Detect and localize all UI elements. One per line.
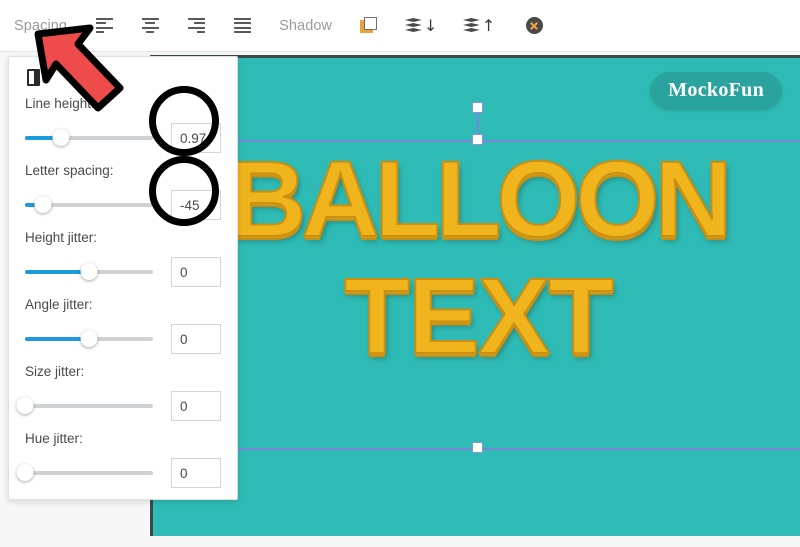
control-slider[interactable] xyxy=(25,129,153,147)
delete-object-button[interactable] xyxy=(508,0,560,52)
slider-fill xyxy=(25,337,89,341)
slider-thumb[interactable] xyxy=(16,397,34,414)
control-label: Line height: xyxy=(25,96,95,111)
align-justify-button[interactable] xyxy=(219,0,265,52)
slider-thumb[interactable] xyxy=(80,330,98,347)
control-label: Angle jitter: xyxy=(25,297,93,312)
slider-track[interactable] xyxy=(25,404,153,408)
slider-track[interactable] xyxy=(25,471,153,475)
control-value-input[interactable]: 0 xyxy=(171,458,221,488)
arrow-down-glyph: ↓ xyxy=(423,15,438,35)
control-row: 0 xyxy=(25,257,221,287)
align-right-icon xyxy=(187,18,205,33)
control-slider[interactable] xyxy=(16,397,153,415)
align-left-icon xyxy=(95,18,113,33)
control-row: 0.97 xyxy=(25,123,221,153)
arrow-up-glyph: ↑ xyxy=(481,15,496,35)
delete-object-icon xyxy=(525,17,543,34)
control-slider[interactable] xyxy=(16,464,153,482)
control-row: -45 xyxy=(25,190,221,220)
align-left-button[interactable] xyxy=(81,0,127,52)
design-canvas[interactable]: MockoFun BALLOON TEXT xyxy=(150,55,800,536)
text-block-icon xyxy=(27,69,40,86)
control-row: 0 xyxy=(25,324,221,354)
shadow-button[interactable]: Shadow xyxy=(265,0,346,52)
move-layer-down-button[interactable]: ↓ xyxy=(392,0,450,52)
control-value-input[interactable]: 0.97 xyxy=(171,123,221,153)
align-justify-icon xyxy=(233,18,251,33)
move-layer-down-icon: ↓ xyxy=(404,15,438,35)
move-layer-up-icon: ↑ xyxy=(462,15,496,35)
slider-thumb[interactable] xyxy=(52,129,70,146)
mockofun-watermark: MockoFun xyxy=(650,72,782,110)
spacing-control: Size jitter: 0 xyxy=(16,364,221,421)
spacing-control: Height jitter: 0 xyxy=(25,230,221,287)
spacing-button[interactable]: Spacing xyxy=(0,0,81,52)
balloon-text-line-1[interactable]: BALLOON xyxy=(153,136,800,261)
selection-handle-bottom[interactable] xyxy=(472,442,483,453)
control-label: Size jitter: xyxy=(25,364,85,379)
control-label: Height jitter: xyxy=(25,230,98,245)
control-value-input[interactable]: -45 xyxy=(171,190,221,220)
app-root: Spacing Shadow ↓ ↑ MockoFun BALLOON TEXT… xyxy=(0,0,800,547)
move-layer-up-button[interactable]: ↑ xyxy=(450,0,508,52)
spacing-panel: Line height: 0.97 Letter spacing: -45 Height… xyxy=(8,56,238,500)
rotate-handle[interactable] xyxy=(472,102,483,113)
control-slider[interactable] xyxy=(25,330,153,348)
slider-thumb[interactable] xyxy=(34,196,52,213)
spacing-control: Line height: 0.97 xyxy=(25,96,221,153)
slider-thumb[interactable] xyxy=(16,464,34,481)
align-center-button[interactable] xyxy=(127,0,173,52)
duplicate-button[interactable] xyxy=(346,0,392,52)
control-value-input[interactable]: 0 xyxy=(171,257,221,287)
spacing-control: Angle jitter: 0 xyxy=(25,297,221,354)
duplicate-icon xyxy=(360,16,378,35)
top-toolbar: Spacing Shadow ↓ ↑ xyxy=(0,0,800,52)
balloon-text-line-2[interactable]: TEXT xyxy=(153,253,800,378)
control-value-input[interactable]: 0 xyxy=(171,391,221,421)
align-center-icon xyxy=(141,18,159,33)
slider-fill xyxy=(25,270,89,274)
spacing-control: Letter spacing: -45 xyxy=(25,163,221,220)
control-label: Letter spacing: xyxy=(25,163,114,178)
align-right-button[interactable] xyxy=(173,0,219,52)
control-slider[interactable] xyxy=(25,263,153,281)
control-row: 0 xyxy=(16,458,221,488)
control-value-input[interactable]: 0 xyxy=(171,324,221,354)
control-slider[interactable] xyxy=(25,196,153,214)
control-label: Hue jitter: xyxy=(25,431,83,446)
control-row: 0 xyxy=(16,391,221,421)
spacing-controls-list: Line height: 0.97 Letter spacing: -45 Height… xyxy=(16,96,221,488)
slider-thumb[interactable] xyxy=(80,263,98,280)
spacing-control: Hue jitter: 0 xyxy=(16,431,221,488)
